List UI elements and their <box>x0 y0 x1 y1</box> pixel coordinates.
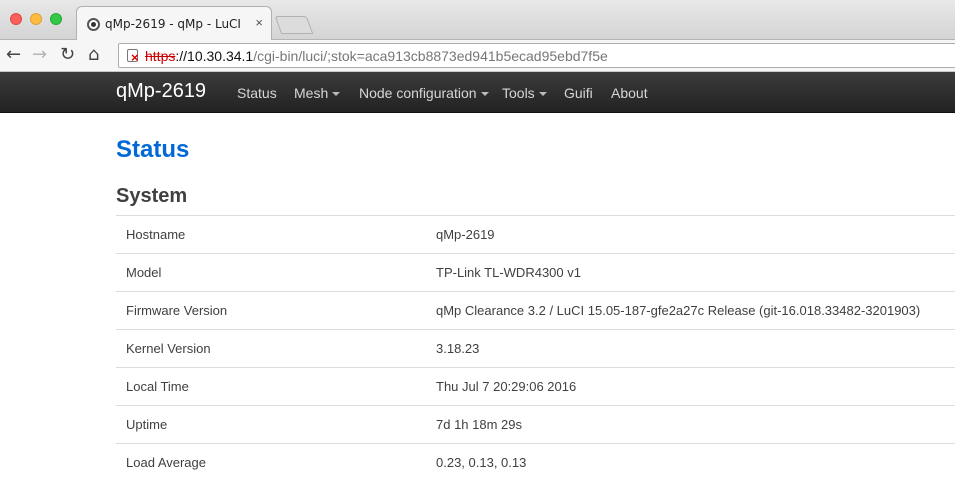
caret-down-icon <box>480 92 489 97</box>
nav-item-label: About <box>611 85 648 101</box>
home-icon[interactable]: ⌂ <box>88 44 99 66</box>
row-key: Load Average <box>116 443 426 482</box>
close-tab-icon[interactable]: × <box>255 15 263 30</box>
url-text[interactable]: https://10.30.34.1/cgi-bin/luci/;stok=ac… <box>145 48 608 64</box>
table-row: Hostname qMp-2619 <box>116 215 955 254</box>
nav-item-mesh[interactable]: Mesh <box>294 85 341 101</box>
caret-down-icon <box>332 92 341 97</box>
url-host: ://10.30.34.1 <box>175 48 254 64</box>
caret-down-icon <box>538 92 547 97</box>
row-key: Uptime <box>116 405 426 444</box>
row-value: 7d 1h 18m 29s <box>426 405 955 444</box>
nav-item-node-configuration[interactable]: Node configuration <box>359 85 489 101</box>
browser-toolbar: ← → ↻ ⌂ × https://10.30.34.1/cgi-bin/luc… <box>0 40 955 72</box>
row-key: Hostname <box>116 215 426 254</box>
url-scheme: https <box>145 48 176 64</box>
table-row: Local Time Thu Jul 7 20:29:06 2016 <box>116 367 955 406</box>
close-window-button[interactable] <box>10 13 22 25</box>
nav-item-tools[interactable]: Tools <box>502 85 547 101</box>
favicon-icon <box>87 18 100 31</box>
nav-item-about[interactable]: About <box>611 85 648 101</box>
nav-item-guifi[interactable]: Guifi <box>564 85 593 101</box>
section-title: System <box>116 185 188 207</box>
table-row: Model TP-Link TL-WDR4300 v1 <box>116 253 955 292</box>
nav-item-label: Mesh <box>294 85 329 101</box>
row-key: Model <box>116 253 426 292</box>
tab-title: qMp-2619 - qMp - LuCI <box>105 17 241 31</box>
zoom-window-button[interactable] <box>50 13 62 25</box>
table-row: Firmware Version qMp Clearance 3.2 / LuC… <box>116 291 955 330</box>
browser-titlebar: qMp-2619 - qMp - LuCI × <box>0 0 955 40</box>
row-value: qMp Clearance 3.2 / LuCI 15.05-187-gfe2a… <box>426 291 955 330</box>
row-value: TP-Link TL-WDR4300 v1 <box>426 253 955 292</box>
address-bar[interactable]: × https://10.30.34.1/cgi-bin/luci/;stok=… <box>118 43 955 68</box>
main-navbar: qMp-2619 Status Mesh Node configuration … <box>0 72 955 113</box>
insecure-x-icon: × <box>131 50 139 65</box>
table-row: Kernel Version 3.18.23 <box>116 329 955 368</box>
nav-item-status[interactable]: Status <box>237 85 277 101</box>
table-row: Uptime 7d 1h 18m 29s <box>116 405 955 444</box>
table-row: Load Average 0.23, 0.13, 0.13 <box>116 443 955 482</box>
row-key: Firmware Version <box>116 291 426 330</box>
nav-item-label: Tools <box>502 85 535 101</box>
system-info-table: Hostname qMp-2619 Model TP-Link TL-WDR43… <box>116 215 955 482</box>
minimize-window-button[interactable] <box>30 13 42 25</box>
row-key: Local Time <box>116 367 426 406</box>
nav-item-label: Status <box>237 85 277 101</box>
nav-item-label: Guifi <box>564 85 593 101</box>
row-value: Thu Jul 7 20:29:06 2016 <box>426 367 955 406</box>
reload-icon[interactable]: ↻ <box>60 44 75 66</box>
nav-item-label: Node configuration <box>359 85 477 101</box>
row-value: qMp-2619 <box>426 215 955 254</box>
back-arrow-icon[interactable]: ← <box>6 44 21 66</box>
page-title: Status <box>116 136 190 163</box>
row-value: 0.23, 0.13, 0.13 <box>426 443 955 482</box>
row-key: Kernel Version <box>116 329 426 368</box>
row-value: 3.18.23 <box>426 329 955 368</box>
browser-tab[interactable]: qMp-2619 - qMp - LuCI × <box>76 6 272 40</box>
forward-arrow-icon[interactable]: → <box>32 44 47 66</box>
url-path: /cgi-bin/luci/;stok=aca913cb8873ed941b5e… <box>253 48 608 64</box>
brand-link[interactable]: qMp-2619 <box>116 80 206 103</box>
new-tab-button[interactable] <box>274 16 314 34</box>
